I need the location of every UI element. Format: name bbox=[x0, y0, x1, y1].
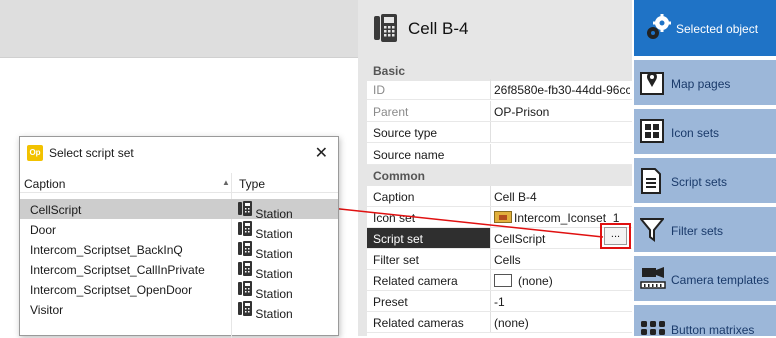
list-header: Caption ▲ Type bbox=[20, 173, 338, 193]
list-item[interactable]: Intercom_Scriptset_OpenDoor Station bbox=[20, 279, 338, 301]
nav-filter-sets[interactable]: Filter sets bbox=[634, 207, 776, 254]
item-type: Station bbox=[238, 221, 293, 241]
dialog-titlebar[interactable]: Op Select script set ✕ bbox=[20, 137, 338, 169]
camera-icon bbox=[640, 267, 666, 289]
intercom-station-icon bbox=[238, 261, 252, 276]
item-type: Station bbox=[238, 241, 293, 261]
column-header-type[interactable]: Type bbox=[239, 177, 265, 191]
intercom-station-icon bbox=[238, 281, 252, 296]
nav-selected-object[interactable]: Selected object bbox=[634, 0, 776, 58]
nav-script-sets[interactable]: Script sets bbox=[634, 158, 776, 205]
nav-label: Icon sets bbox=[671, 126, 720, 140]
document-icon bbox=[641, 168, 661, 194]
item-caption: CellScript bbox=[30, 203, 82, 217]
nav-icon-sets[interactable]: Icon sets bbox=[634, 109, 776, 156]
intercom-station-icon bbox=[238, 241, 252, 256]
list-item[interactable]: Intercom_Scriptset_CallInPrivate Station bbox=[20, 259, 338, 281]
gears-icon bbox=[647, 14, 671, 39]
list-item[interactable]: Visitor Station bbox=[20, 299, 338, 321]
map-pin-icon bbox=[640, 72, 664, 95]
right-navigation: Selected object Map pages Icon sets Scri… bbox=[632, 0, 776, 337]
item-caption: Door bbox=[30, 223, 57, 237]
item-type: Station bbox=[238, 261, 293, 281]
button-grid-icon bbox=[641, 321, 665, 335]
item-caption: Intercom_Scriptset_CallInPrivate bbox=[30, 263, 205, 277]
item-caption: Intercom_Scriptset_BackInQ bbox=[30, 243, 183, 257]
nav-button-matrixes[interactable]: Button matrixes bbox=[634, 305, 776, 337]
list-item[interactable]: Intercom_Scriptset_BackInQ Station bbox=[20, 239, 338, 261]
nav-label: Button matrixes bbox=[671, 323, 755, 337]
intercom-station-icon bbox=[238, 221, 252, 236]
nav-label: Selected object bbox=[676, 22, 759, 36]
nav-label: Script sets bbox=[671, 175, 728, 189]
item-caption: Intercom_Scriptset_OpenDoor bbox=[30, 283, 193, 297]
list-item[interactable]: CellScript Station bbox=[20, 199, 338, 221]
nav-map-pages[interactable]: Map pages bbox=[634, 60, 776, 107]
item-type: Station bbox=[238, 281, 293, 301]
column-header-caption[interactable]: Caption bbox=[24, 177, 65, 191]
funnel-icon bbox=[640, 218, 664, 242]
nav-label: Map pages bbox=[671, 77, 731, 91]
item-type: Station bbox=[238, 201, 293, 221]
script-set-list[interactable]: CellScript Station Door Station Intercom… bbox=[20, 193, 338, 338]
sort-ascending-icon: ▲ bbox=[222, 178, 230, 187]
intercom-station-icon bbox=[238, 301, 252, 316]
nav-label: Camera templates bbox=[671, 273, 770, 287]
list-item[interactable]: Door Station bbox=[20, 219, 338, 241]
icon-set-icon bbox=[640, 119, 664, 143]
app-logo-icon: Op bbox=[27, 145, 43, 161]
item-caption: Visitor bbox=[30, 303, 64, 317]
nav-camera-templates[interactable]: Camera templates bbox=[634, 256, 776, 303]
nav-label: Filter sets bbox=[671, 224, 724, 238]
dialog-title: Select script set bbox=[49, 146, 134, 160]
item-type: Station bbox=[238, 301, 293, 321]
select-script-set-dialog: Op Select script set ✕ Caption ▲ Type Ce… bbox=[19, 136, 339, 338]
close-icon[interactable]: ✕ bbox=[315, 143, 328, 163]
intercom-station-icon bbox=[238, 201, 252, 216]
